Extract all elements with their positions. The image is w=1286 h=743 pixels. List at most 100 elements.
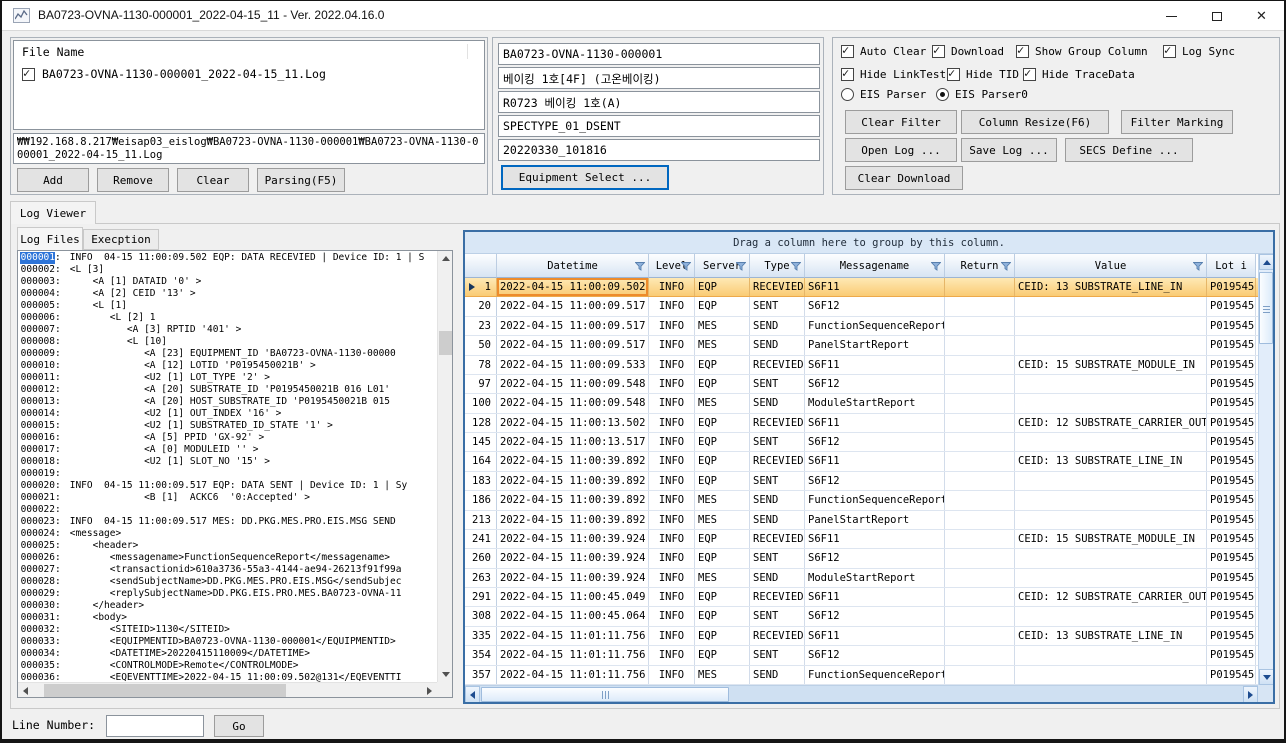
cell-messagename[interactable]: S6F11 [805,414,945,432]
clear-filter-button[interactable]: Clear Filter [845,110,957,134]
table-row[interactable]: 202022-04-15 11:00:09.517INFOEQPSENTS6F1… [465,297,1258,316]
line-number-input[interactable] [106,715,204,737]
cell-type[interactable]: SEND [750,666,805,684]
table-row[interactable]: 502022-04-15 11:00:09.517INFOMESSENDPane… [465,336,1258,355]
cell-level[interactable]: INFO [649,588,695,606]
log-line[interactable]: 000023:INFO 04-15 11:00:09.517 MES: DD.P… [20,516,437,528]
cell-level[interactable]: INFO [649,375,695,393]
scroll-left-button[interactable] [18,683,33,698]
remove-button[interactable]: Remove [97,168,169,192]
close-button[interactable]: ✕ [1239,1,1284,31]
cell-datetime[interactable]: 2022-04-15 11:00:39.892 [497,472,649,490]
tab-log-files[interactable]: Log Files [17,227,83,250]
equipment-name-field[interactable]: 베이킹 1호[4F] (고온베이킹) [498,67,820,89]
clear-button[interactable]: Clear [177,168,249,192]
cell-lot-i[interactable]: P0195450021B [1207,569,1256,587]
cell-messagename[interactable]: PanelStartReport [805,511,945,529]
group-by-panel[interactable]: Drag a column here to group by this colu… [465,232,1273,254]
cell-server[interactable]: MES [695,666,750,684]
cell-messagename[interactable]: S6F12 [805,549,945,567]
cell-datetime[interactable]: 2022-04-15 11:00:09.517 [497,297,649,315]
cell-value[interactable]: CEID: 12 SUBSTRATE_CARRIER_OUT [1015,588,1207,606]
parsing-button[interactable]: Parsing(F5) [257,168,345,192]
cell-datetime[interactable]: 2022-04-15 11:00:13.517 [497,433,649,451]
spec-type-field[interactable]: SPECTYPE_01_DSENT [498,115,820,137]
cell-type[interactable]: SEND [750,336,805,354]
cell-type[interactable]: RECEVIED [750,356,805,374]
cell-rownum[interactable]: 335 [465,627,497,645]
add-button[interactable]: Add [17,168,89,192]
cell-server[interactable]: EQP [695,414,750,432]
cell-server[interactable]: EQP [695,627,750,645]
cell-lot-i[interactable]: P0195450021B [1207,588,1256,606]
grid-vertical-scrollbar[interactable] [1258,254,1273,685]
radio-eis-parser[interactable]: EIS Parser [841,88,926,101]
log-line[interactable]: 000025: <header> [20,540,437,552]
cell-return[interactable] [945,627,1015,645]
cell-type[interactable]: SEND [750,491,805,509]
tab-log-viewer[interactable]: Log Viewer [10,201,96,224]
cell-datetime[interactable]: 2022-04-15 11:00:09.502 [497,278,649,296]
log-line[interactable]: 000007: <A [3] RPTID '401' > [20,324,437,336]
table-row[interactable]: 1832022-04-15 11:00:39.892INFOEQPSENTS6F… [465,472,1258,491]
column-header-value[interactable]: Value [1015,254,1207,278]
scroll-left-button[interactable] [465,686,480,703]
log-vertical-scrollbar[interactable] [437,251,452,682]
log-line[interactable]: 000004: <A [2] CEID '13' > [20,288,437,300]
cell-rownum[interactable]: 183 [465,472,497,490]
cell-return[interactable] [945,607,1015,625]
table-row[interactable]: 1002022-04-15 11:00:09.548INFOMESSENDMod… [465,394,1258,413]
checkbox-download[interactable]: Download [932,45,1004,58]
log-line[interactable]: 000022: [20,504,437,516]
log-line[interactable]: 000012: <A [20] SUBSTRATE_ID 'P019545002… [20,384,437,396]
cell-rownum[interactable]: 213 [465,511,497,529]
cell-messagename[interactable]: S6F11 [805,356,945,374]
cell-messagename[interactable]: S6F11 [805,452,945,470]
cell-server[interactable]: MES [695,394,750,412]
cell-lot-i[interactable]: P0195450021B [1207,627,1256,645]
cell-level[interactable]: INFO [649,336,695,354]
cell-datetime[interactable]: 2022-04-15 11:00:39.892 [497,511,649,529]
checkbox-hide-linktest[interactable]: Hide LinkTest [841,68,946,81]
cell-messagename[interactable]: ModuleStartReport [805,394,945,412]
cell-value[interactable]: CEID: 13 SUBSTRATE_LINE_IN [1015,627,1207,645]
cell-rownum[interactable]: 97 [465,375,497,393]
cell-datetime[interactable]: 2022-04-15 11:01:11.756 [497,627,649,645]
cell-datetime[interactable]: 2022-04-15 11:01:11.756 [497,646,649,664]
cell-datetime[interactable]: 2022-04-15 11:00:39.892 [497,452,649,470]
cell-datetime[interactable]: 2022-04-15 11:00:39.892 [497,491,649,509]
cell-type[interactable]: SENT [750,375,805,393]
log-line[interactable]: 000011: <U2 [1] LOT_TYPE '2' > [20,372,437,384]
table-row[interactable]: 2632022-04-15 11:00:39.924INFOMESSENDMod… [465,569,1258,588]
column-header-level[interactable]: Level [649,254,695,278]
table-row[interactable]: 3572022-04-15 11:01:11.756INFOMESSENDFun… [465,666,1258,685]
log-line[interactable]: 000019: [20,468,437,480]
cell-return[interactable] [945,491,1015,509]
filter-funnel-icon[interactable] [736,262,746,271]
checkbox-hide-tid[interactable]: Hide TID [947,68,1019,81]
equipment-id-field[interactable]: BA0723-OVNA-1130-000001 [498,43,820,65]
cell-messagename[interactable]: S6F11 [805,278,945,296]
cell-rownum[interactable]: 241 [465,530,497,548]
cell-lot-i[interactable]: P0195450021B [1207,297,1256,315]
cell-datetime[interactable]: 2022-04-15 11:00:09.548 [497,394,649,412]
equipment-select-button[interactable]: Equipment Select ... [501,165,669,190]
cell-type[interactable]: RECEVIED [750,530,805,548]
cell-server[interactable]: EQP [695,607,750,625]
table-row[interactable]: 782022-04-15 11:00:09.533INFOEQPRECEVIED… [465,356,1258,375]
log-line[interactable]: 000027: <transactionid>610a3736-55a3-414… [20,564,437,576]
cell-messagename[interactable]: S6F11 [805,588,945,606]
filter-funnel-icon[interactable] [1001,262,1011,271]
cell-level[interactable]: INFO [649,394,695,412]
cell-datetime[interactable]: 2022-04-15 11:00:39.924 [497,569,649,587]
cell-value[interactable] [1015,336,1207,354]
cell-lot-i[interactable]: P0195450021B [1207,452,1256,470]
cell-return[interactable] [945,356,1015,374]
table-row[interactable]: 12022-04-15 11:00:09.502INFOEQPRECEVIEDS… [465,278,1258,297]
cell-return[interactable] [945,588,1015,606]
column-resize-button[interactable]: Column Resize(F6) [961,110,1109,134]
cell-return[interactable] [945,549,1015,567]
log-line[interactable]: 000015: <U2 [1] SUBSTRATED_ID_STATE '1' … [20,420,437,432]
filter-funnel-icon[interactable] [635,262,645,271]
cell-server[interactable]: EQP [695,433,750,451]
